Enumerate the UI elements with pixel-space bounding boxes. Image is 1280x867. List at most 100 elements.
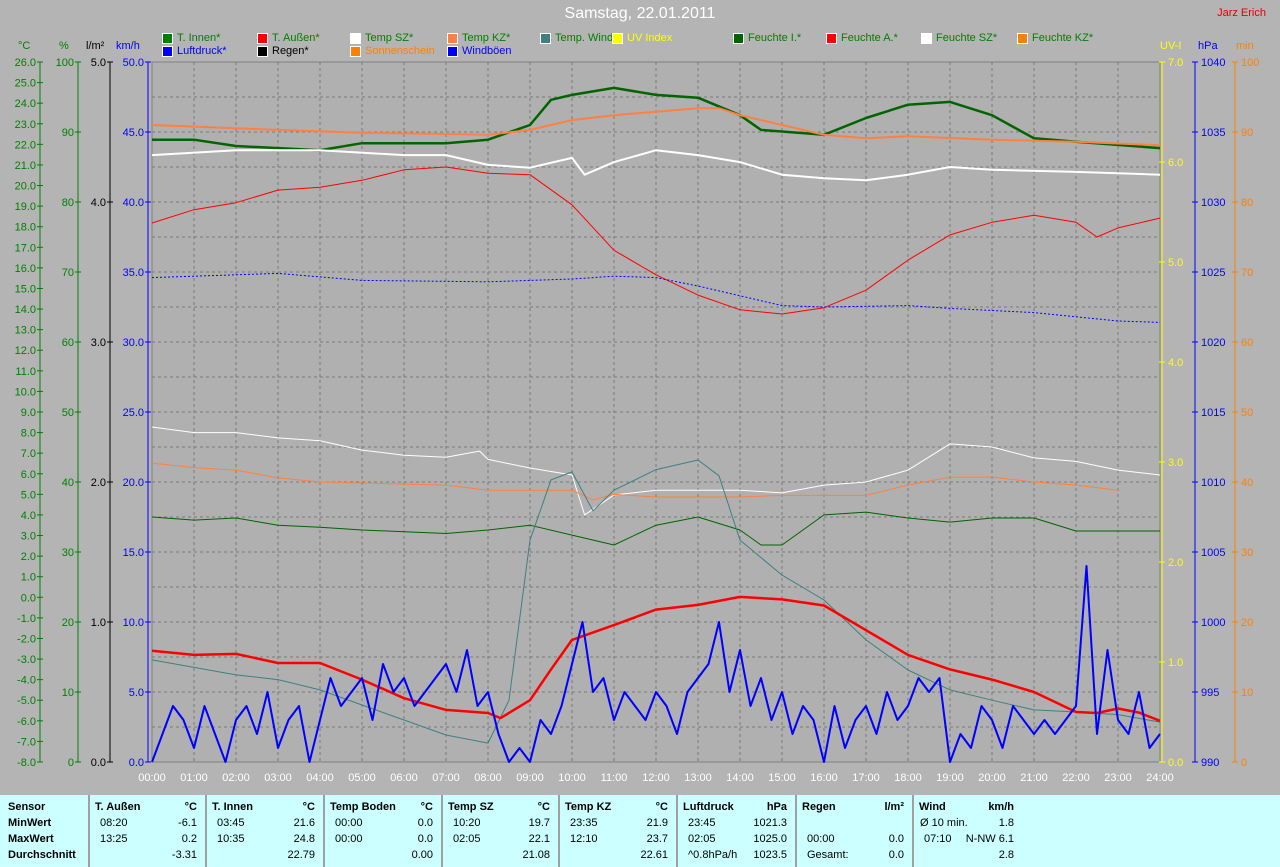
axis-tick-label-degC: -4.0 [17, 675, 36, 687]
legend-item: Feuchte KZ* [1017, 32, 1093, 44]
legend-label: Feuchte SZ* [936, 32, 998, 44]
x-tick-label: 05:00 [348, 772, 376, 784]
axis-tick-label-degC: 14.0 [15, 304, 36, 316]
axis-unit-uv: UV-I [1160, 40, 1182, 52]
axis-tick-label-degC: 12.0 [15, 345, 36, 357]
axis-tick-label-min: 50 [1241, 407, 1253, 419]
table-header: Temp Boden [330, 801, 396, 813]
x-tick-label: 17:00 [852, 772, 880, 784]
legend-swatch [1017, 32, 1028, 44]
table-row-label: MinWert [8, 817, 52, 829]
axis-tick-label-degC: 11.0 [15, 366, 36, 378]
table-unit: hPa [766, 801, 787, 813]
legend-swatch [162, 45, 173, 57]
x-tick-label: 08:00 [474, 772, 502, 784]
legend-item: T. Außen* [257, 32, 320, 44]
axis-tick-label-degC: 2.0 [21, 551, 36, 563]
axis-unit-degC: °C [18, 40, 31, 52]
table-value: 0.0 [417, 833, 433, 845]
axis-tick-label-degC: 4.0 [21, 510, 36, 522]
axis-unit-kmh: km/h [116, 40, 140, 52]
x-tick-label: 20:00 [978, 772, 1006, 784]
axis-tick-label-hpa: 1035 [1201, 127, 1225, 139]
table-value: 1021.3 [753, 817, 787, 829]
legend-label: Windböen [462, 45, 512, 57]
table-row-label: MaxWert [8, 833, 54, 845]
axis-tick-label-degC: 3.0 [21, 531, 36, 543]
axis-tick-label-uv: 7.0 [1168, 57, 1183, 69]
axis-tick-label-degC: 18.0 [15, 222, 36, 234]
legend-swatch [733, 32, 744, 44]
axis-tick-label-hpa: 1005 [1201, 547, 1225, 559]
axis-tick-label-min: 80 [1241, 197, 1253, 209]
axis-tick-label-min: 30 [1241, 547, 1253, 559]
axis-tick-label-hpa: 995 [1201, 687, 1219, 699]
axis-tick-label-degC: 6.0 [21, 469, 36, 481]
table-value: 22.1 [528, 833, 550, 845]
legend-swatch [350, 32, 361, 44]
x-tick-label: 18:00 [894, 772, 922, 784]
axis-tick-label-degC: 0.0 [21, 592, 36, 604]
table-time: 10:20 [453, 817, 481, 829]
table-value: 0.0 [888, 833, 904, 845]
x-tick-label: 07:00 [432, 772, 460, 784]
table-column: Temp SZ °C 10:20 19.7 02:05 22.1 21.08 [443, 795, 560, 867]
axis-tick-label-degC: 19.0 [15, 201, 36, 213]
axis-unit-hpa: hPa [1198, 40, 1218, 52]
x-tick-label: 01:00 [180, 772, 208, 784]
axis-tick-label-rain: 2.0 [91, 477, 106, 489]
table-value: 1025.0 [753, 833, 787, 845]
axis-tick-label-rain: 3.0 [91, 337, 106, 349]
table-column: Wind km/h Ø 10 min. 1.8 07:10 N-NW 6.1 2.8 [914, 795, 1022, 867]
legend-item: Feuchte SZ* [921, 32, 997, 44]
x-tick-label: 14:00 [726, 772, 754, 784]
table-time: 13:25 [100, 833, 128, 845]
axis-tick-label-pct: 90 [62, 127, 74, 139]
table-column: Sensor MinWert MaxWert Durchschnitt [0, 795, 90, 867]
axis-tick-label-kmh: 25.0 [123, 407, 144, 419]
table-time: 02:05 [453, 833, 481, 845]
x-tick-label: 22:00 [1062, 772, 1090, 784]
author-label: Jarz Erich [1217, 7, 1266, 19]
legend-label: Luftdruck* [177, 45, 227, 57]
axis-tick-label-degC: 23.0 [15, 119, 36, 131]
legend-label: T. Innen* [177, 32, 221, 44]
legend-swatch [540, 32, 551, 44]
table-value: 19.7 [528, 817, 550, 829]
legend-label: Sonnenschein [365, 45, 435, 57]
table-unit: °C [655, 801, 668, 813]
table-time: 02:05 [688, 833, 716, 845]
table-time: 03:45 [217, 817, 245, 829]
table-value: 22.61 [640, 849, 668, 861]
legend-item: Temp. Wind* [540, 32, 617, 44]
axis-tick-label-degC: -1.0 [17, 613, 36, 625]
axis-tick-label-rain: 5.0 [91, 57, 106, 69]
axis-tick-label-degC: 25.0 [15, 78, 36, 90]
axis-tick-label-hpa: 1015 [1201, 407, 1225, 419]
axis-tick-label-degC: 20.0 [15, 181, 36, 193]
axis-tick-label-degC: 26.0 [15, 57, 36, 69]
legend-swatch [612, 32, 623, 44]
axis-tick-label-pct: 100 [56, 57, 74, 69]
table-time: 10:35 [217, 833, 245, 845]
x-tick-label: 19:00 [936, 772, 964, 784]
table-time: 08:20 [100, 817, 128, 829]
table-value: 0.0 [417, 817, 433, 829]
axis-tick-label-pct: 80 [62, 197, 74, 209]
legend-swatch [447, 45, 458, 57]
table-value: 0.0 [888, 849, 904, 861]
table-time: 07:10 [924, 833, 952, 845]
x-tick-label: 02:00 [222, 772, 250, 784]
axis-tick-label-uv: 5.0 [1168, 257, 1183, 269]
table-column: T. Außen °C 08:20 -6.1 13:25 0.2 -3.31 [90, 795, 207, 867]
table-header: T. Außen [95, 801, 141, 813]
table-column: Regen l/m² 00:00 0.0 Gesamt: 0.0 [797, 795, 914, 867]
axis-tick-label-degC: -8.0 [17, 757, 36, 769]
table-value: 2.8 [998, 849, 1014, 861]
table-column: T. Innen °C 03:45 21.6 10:35 24.8 22.79 [207, 795, 325, 867]
axis-tick-label-rain: 0.0 [91, 757, 106, 769]
axis-tick-label-degC: 16.0 [15, 263, 36, 275]
axis-tick-label-uv: 2.0 [1168, 557, 1183, 569]
legend-label: Feuchte I.* [748, 32, 802, 44]
legend-item: Temp KZ* [447, 32, 510, 44]
